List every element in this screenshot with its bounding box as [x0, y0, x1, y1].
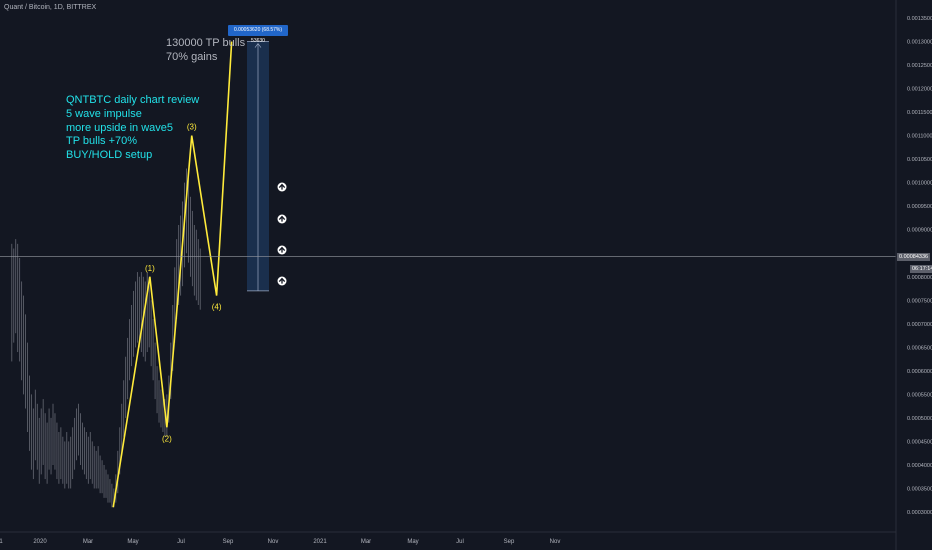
- price-candles: [11, 168, 201, 508]
- price-tick-label: 0.00095000: [907, 204, 932, 210]
- symbol-title: Quant / Bitcoin, 1D, BITTREX: [4, 4, 97, 11]
- chart-review-note: QNTBTC daily chart review 5 wave impulse…: [66, 94, 199, 163]
- time-tick-label: Jul: [456, 539, 464, 545]
- time-tick-label: Mar: [361, 539, 371, 545]
- time-tick-label: 2020: [33, 539, 47, 545]
- price-tick-label: 0.00105000: [907, 157, 932, 163]
- price-tick-label: 0.00110000: [907, 134, 932, 140]
- time-tick-label: Nov: [550, 539, 561, 545]
- review-line: QNTBTC daily chart review: [66, 94, 200, 106]
- time-tick-label: 2021: [313, 539, 327, 545]
- wave-label: (1): [145, 264, 155, 273]
- review-line: TP bulls +70%: [66, 135, 138, 148]
- wave-label: (4): [212, 303, 222, 312]
- time-tick-label: May: [127, 539, 138, 545]
- price-tick-label: 0.00060000: [907, 369, 932, 375]
- review-line: BUY/HOLD setup: [66, 149, 153, 161]
- price-tick-label: 0.00080000: [907, 275, 932, 281]
- price-tick-label: 0.00090000: [907, 228, 932, 234]
- wave-label: (2): [162, 434, 172, 443]
- tp-note: 130000 TP bulls 70% gains: [166, 37, 245, 65]
- price-tick-label: 0.00035000: [907, 486, 932, 492]
- current-price-tag: 0.00084336: [897, 253, 931, 261]
- measure-label: 0.00053620 (68.57%) 53630: [228, 25, 288, 44]
- review-line: 5 wave impulse: [66, 107, 142, 120]
- price-tick-label: 0.00100000: [907, 181, 932, 187]
- price-tick-label: 0.00065000: [907, 345, 932, 351]
- price-tick-label: 0.00125000: [907, 63, 932, 69]
- price-tick-label: 0.00130000: [907, 40, 932, 46]
- measure-tool: [247, 41, 269, 292]
- price-tick-label: 0.00115000: [907, 110, 932, 116]
- price-tick-label: 0.00030000: [907, 510, 932, 516]
- price-tick-label: 0.00070000: [907, 322, 932, 328]
- price-tick-label: 0.00050000: [907, 416, 932, 422]
- time-tick-label: Sep: [504, 539, 515, 545]
- price-tick-label: 0.00055000: [907, 392, 932, 398]
- price-tick-label: 0.00135000: [907, 16, 932, 22]
- price-tick-label: 0.00120000: [907, 87, 932, 93]
- time-tick-label: Sep: [223, 539, 234, 545]
- time-tick-label: Nov: [268, 539, 279, 545]
- price-tick-label: 0.00040000: [907, 463, 932, 469]
- price-tick-label: 0.00075000: [907, 298, 932, 304]
- chart-canvas[interactable]: (1)(2)(3)(4) 0.001350000.001300000.00125…: [0, 0, 932, 550]
- time-tick-label: May: [407, 539, 418, 545]
- time-tick-label: Jul: [177, 539, 185, 545]
- time-tick-label: 1: [0, 539, 3, 545]
- time-axis[interactable]: 1 2020 Mar May Jul Sep Nov 2021 Mar May Jul Sep Nov: [0, 0, 897, 550]
- review-line: more upside in wave5: [66, 121, 174, 134]
- tp-line: 70% gains: [166, 50, 218, 63]
- tp-line: 130000 TP bulls: [166, 37, 246, 49]
- time-tick-label: Mar: [83, 539, 93, 545]
- price-tick-label: 0.00045000: [907, 439, 932, 445]
- up-arrows: [277, 182, 287, 286]
- countdown-tag: 06:17:14: [910, 265, 932, 273]
